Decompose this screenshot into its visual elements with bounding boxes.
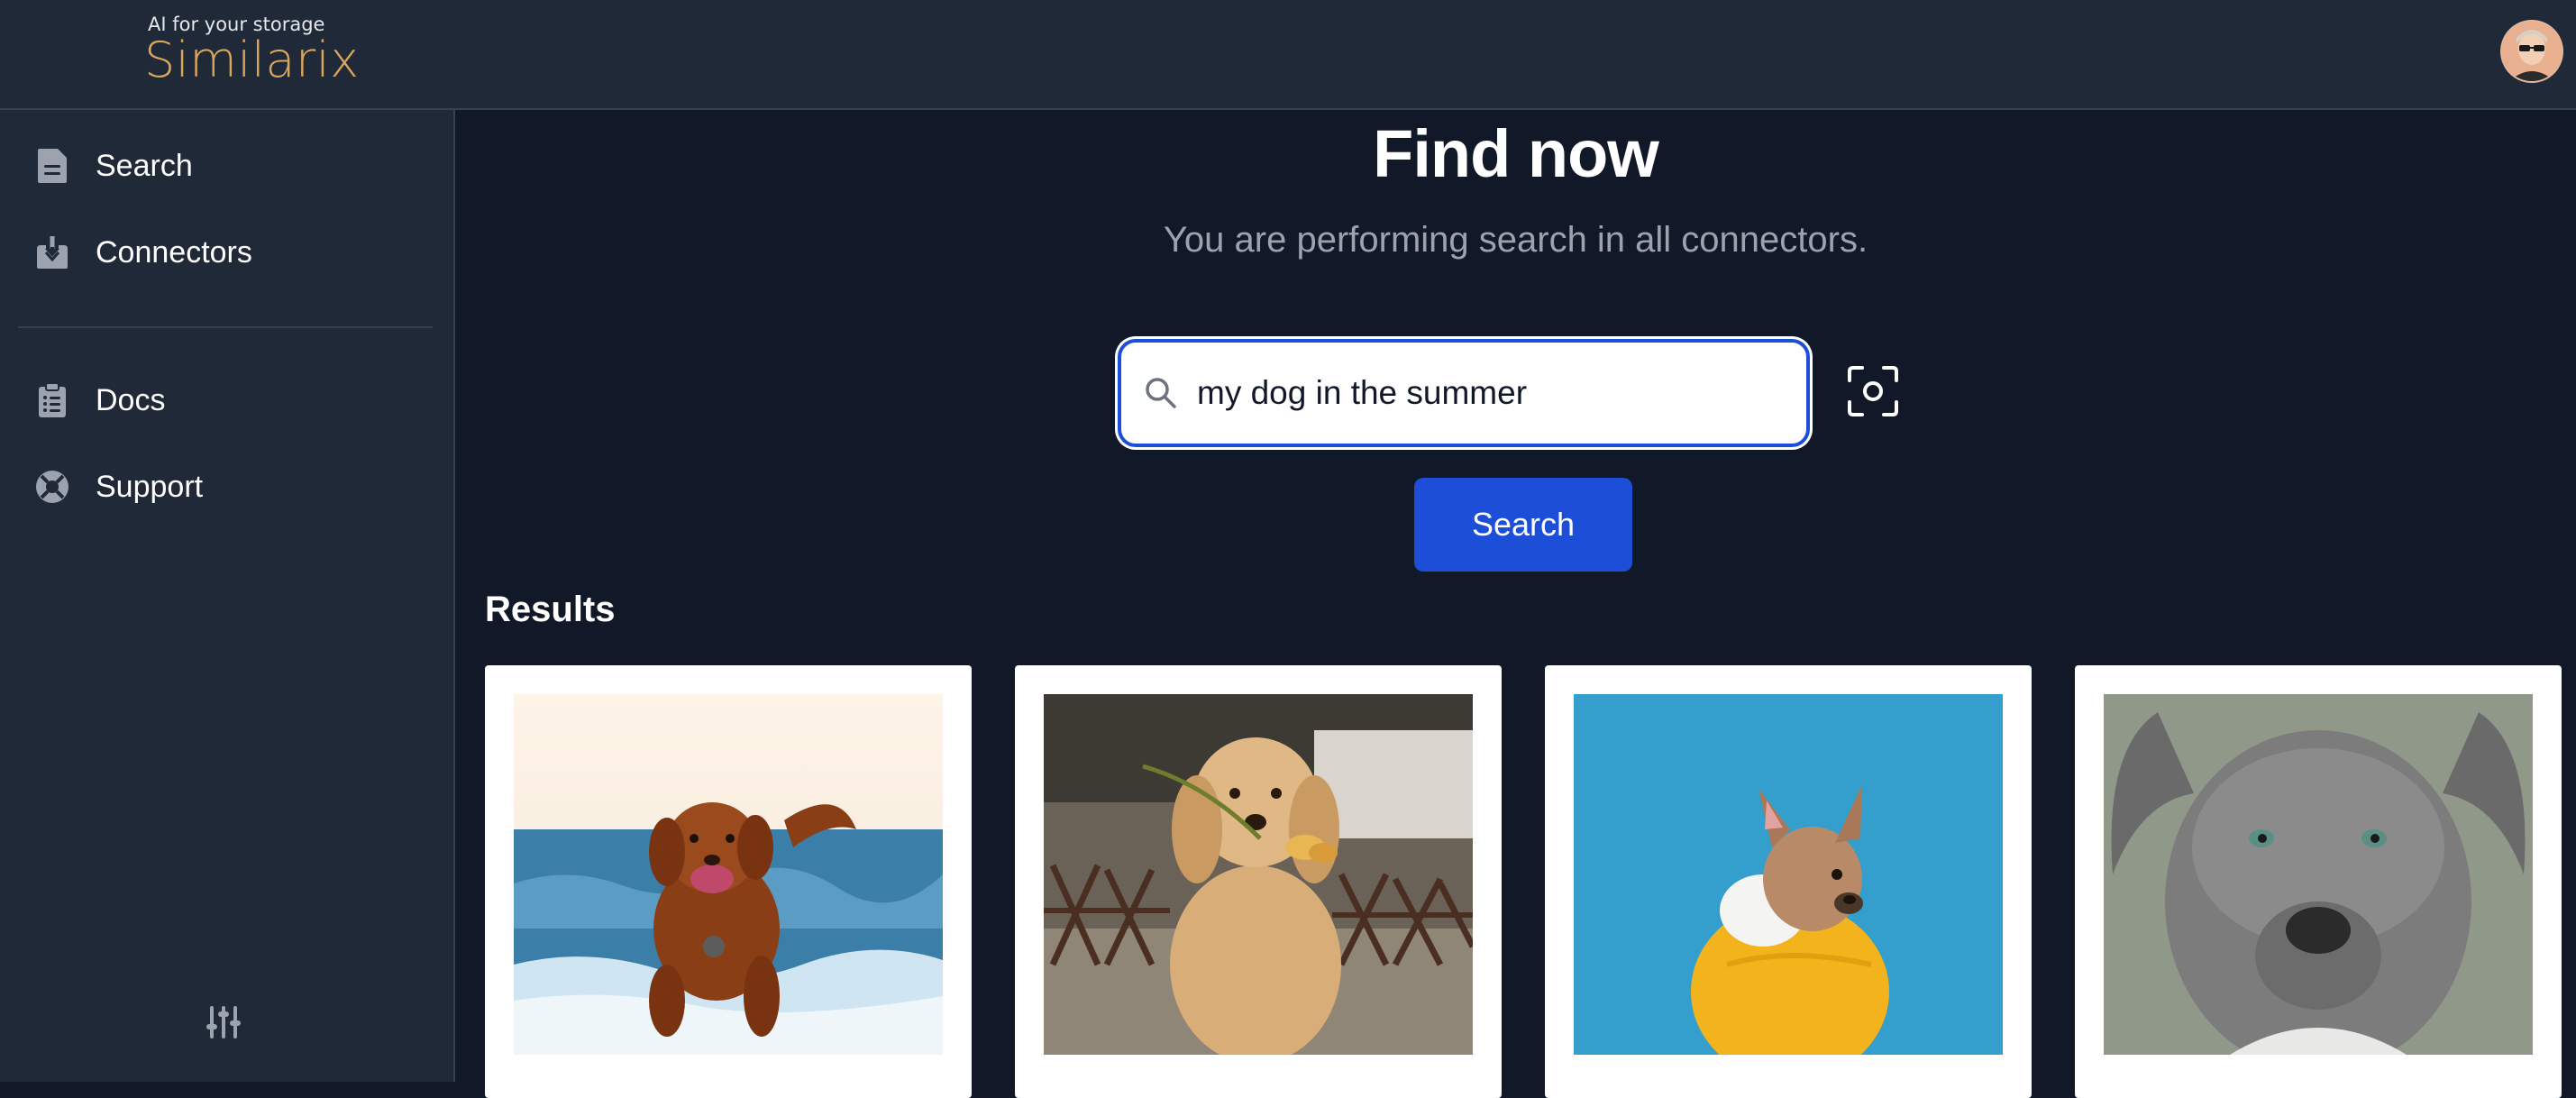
sidebar-divider: [18, 326, 433, 328]
result-image[interactable]: [514, 694, 943, 1055]
image-search-camera-icon: [1846, 364, 1900, 423]
sidebar-item-label: Docs: [96, 382, 166, 417]
image-search-button[interactable]: [1842, 362, 1904, 424]
page-title: Find now: [1373, 116, 1659, 191]
search-box: [1118, 339, 1810, 447]
settings-button[interactable]: [196, 997, 251, 1051]
results-title: Results: [485, 590, 616, 629]
avatar[interactable]: [2502, 22, 2562, 81]
brand-logo[interactable]: AI for your storage Similarix: [144, 13, 360, 85]
search-input[interactable]: [1195, 373, 1794, 413]
sidebar-item-label: Search: [96, 148, 193, 183]
page-subtitle: You are performing search in all connect…: [1163, 220, 1868, 260]
sidebar-item-docs[interactable]: Docs: [18, 364, 433, 436]
sidebar: Search Connectors Docs Support: [0, 110, 455, 1082]
search-button[interactable]: Search: [1414, 478, 1632, 572]
result-image[interactable]: [1574, 694, 2003, 1055]
result-card[interactable]: [1015, 665, 1502, 1098]
avatar-image: [2502, 22, 2562, 81]
lifebuoy-icon: [18, 451, 87, 523]
result-card[interactable]: [485, 665, 972, 1098]
inbox-download-icon: [18, 216, 87, 288]
sidebar-item-connectors[interactable]: Connectors: [18, 216, 433, 288]
sidebar-item-search[interactable]: Search: [18, 130, 433, 202]
adjustments-sliders-icon: [205, 1004, 242, 1045]
top-bar: AI for your storage Similarix: [0, 0, 2576, 110]
sidebar-item-support[interactable]: Support: [18, 451, 433, 523]
document-icon: [18, 130, 87, 202]
clipboard-list-icon: [18, 364, 87, 436]
result-image[interactable]: [2104, 694, 2533, 1055]
result-image[interactable]: [1044, 694, 1473, 1055]
search-icon: [1145, 377, 1177, 409]
result-card[interactable]: [1545, 665, 2032, 1098]
sidebar-item-label: Support: [96, 469, 204, 504]
brand-name: Similarix: [144, 32, 360, 88]
sidebar-item-label: Connectors: [96, 234, 252, 270]
result-card[interactable]: [2075, 665, 2562, 1098]
